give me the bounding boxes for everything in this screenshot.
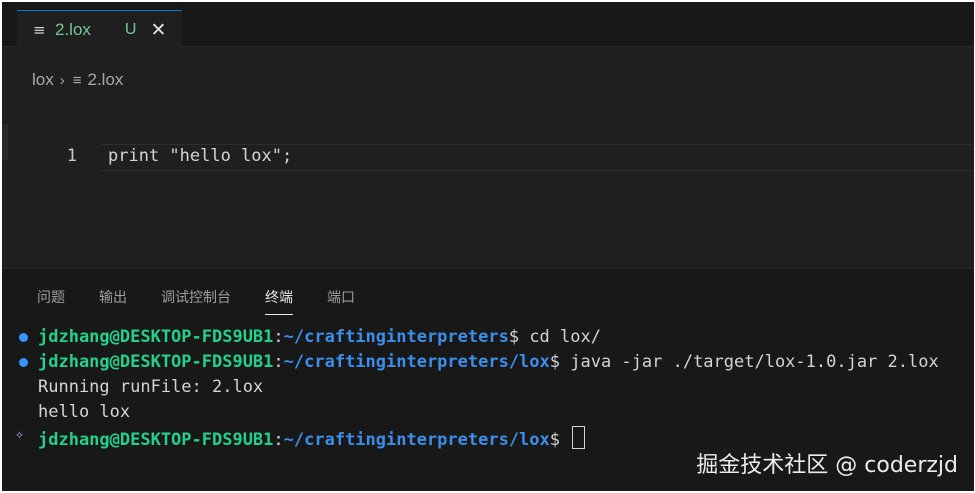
chevron-right-icon: › (59, 71, 65, 89)
tab-terminal[interactable]: 终端 (265, 287, 293, 315)
breadcrumb: lox › ≡ 2.lox (32, 68, 123, 92)
terminal-output-line: hello lox (38, 402, 131, 422)
terminal-prompt-line: jdzhang@DESKTOP-FDS9UB1:~/craftinginterp… (38, 426, 586, 451)
command-success-dot-icon[interactable] (19, 333, 28, 342)
untracked-status-badge: U (124, 20, 137, 38)
terminal-cursor (572, 426, 586, 449)
text-file-icon: ≡ (72, 71, 82, 89)
breadcrumb-file[interactable]: 2.lox (88, 70, 124, 90)
tab-ports[interactable]: 端口 (327, 287, 355, 307)
text-file-icon: ≡ (33, 20, 46, 39)
sparkle-icon[interactable]: ✧ (15, 425, 24, 443)
terminal-line: jdzhang@DESKTOP-FDS9UB1:~/craftinginterp… (38, 352, 939, 372)
tab-problems[interactable]: 问题 (37, 287, 65, 307)
tab-debug-console[interactable]: 调试控制台 (161, 287, 231, 307)
watermark: 掘金技术社区 @ coderzjd (696, 453, 958, 478)
code-line[interactable]: print "hello lox"; (108, 146, 292, 166)
panel-tabs: 问题 输出 调试控制台 终端 端口 (37, 285, 389, 315)
terminal-output-line: Running runFile: 2.lox (38, 377, 264, 397)
editor-tab-strip: ≡ 2.lox U ✕ (2, 2, 974, 48)
close-icon[interactable]: ✕ (150, 19, 166, 41)
terminal-line: jdzhang@DESKTOP-FDS9UB1:~/craftinginterp… (38, 327, 601, 347)
tab-label: 2.lox (55, 19, 91, 39)
vscode-window: ≡ 2.lox U ✕ lox › ≡ 2.lox 1 print "hello… (2, 2, 974, 491)
line-number: 1 (66, 146, 77, 166)
breadcrumb-folder[interactable]: lox (32, 70, 54, 90)
command-success-dot-icon[interactable] (19, 358, 28, 367)
editor-gutter-shade (2, 124, 8, 160)
tab-output[interactable]: 输出 (99, 287, 127, 307)
tab-2-lox[interactable]: ≡ 2.lox U ✕ (17, 10, 182, 48)
